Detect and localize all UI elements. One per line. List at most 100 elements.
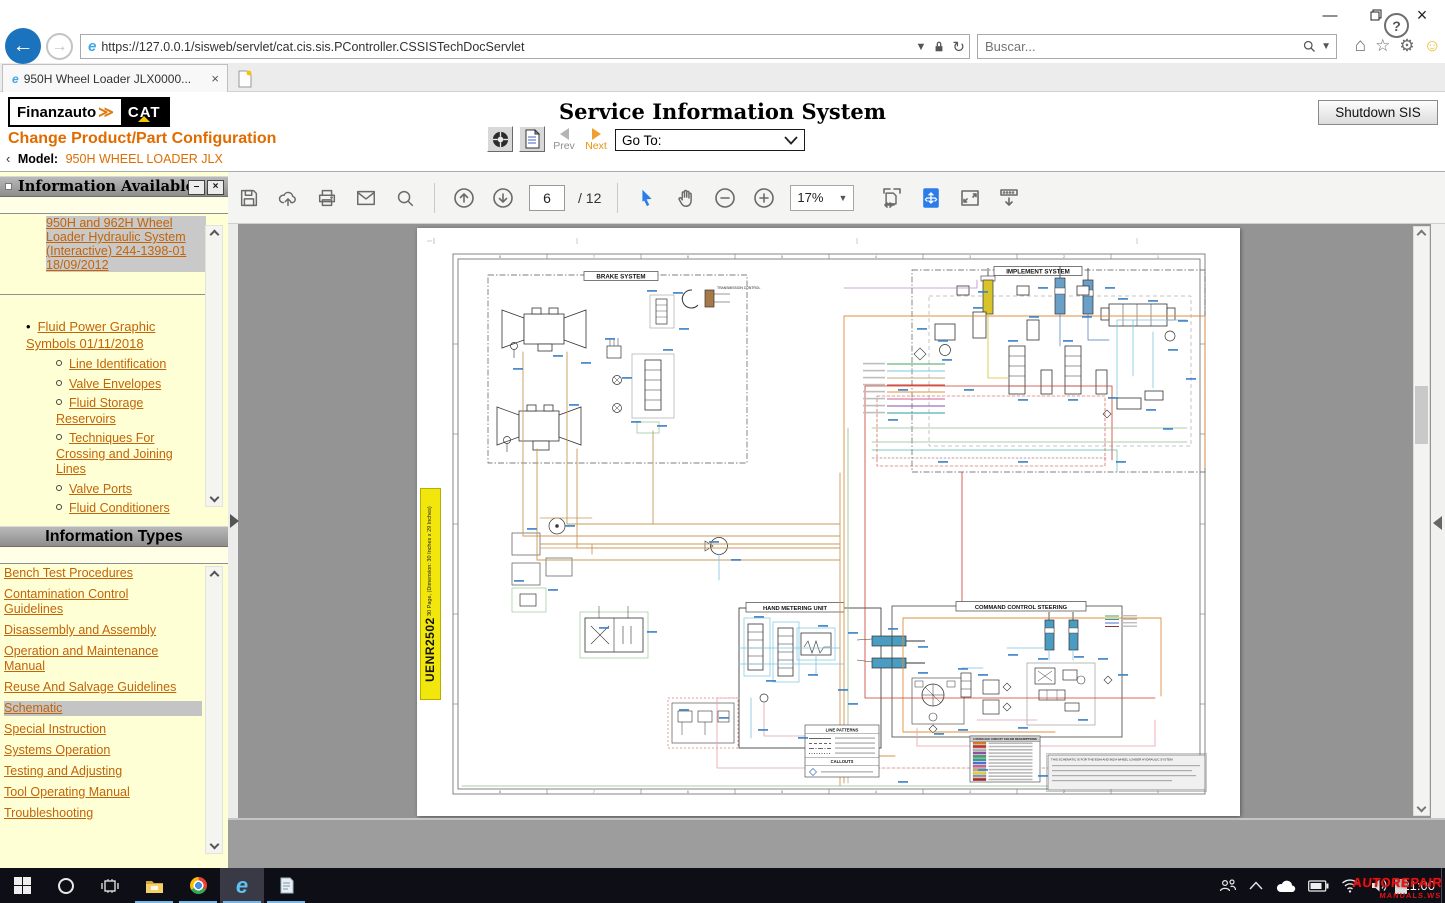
back-button[interactable]: ← xyxy=(5,28,41,64)
type-schematic-selected[interactable]: Schematic xyxy=(4,701,202,716)
home-icon[interactable]: ⌂ xyxy=(1355,35,1366,57)
file-explorer-button[interactable] xyxy=(132,868,176,903)
forward-button[interactable]: → xyxy=(46,33,73,60)
search-icon[interactable] xyxy=(1302,39,1317,54)
shutdown-sis-button[interactable]: Shutdown SIS xyxy=(1318,100,1438,125)
svg-text:2: 2 xyxy=(1063,255,1065,259)
svg-text:3: 3 xyxy=(969,790,971,794)
cortana-icon xyxy=(58,878,74,894)
hand-tool-button[interactable] xyxy=(673,185,699,211)
fullscreen-button[interactable] xyxy=(957,185,983,211)
subitem-fluid-conditioners[interactable]: Fluid Conditioners xyxy=(56,501,202,517)
wheel-config-button[interactable] xyxy=(487,126,513,152)
goto-select[interactable]: Go To: xyxy=(615,129,805,151)
subitem-valve-envelopes[interactable]: Valve Envelopes xyxy=(56,377,202,393)
address-bar[interactable]: e https://127.0.0.1/sisweb/servlet/cat.c… xyxy=(80,34,970,59)
panel-close-button[interactable]: × xyxy=(207,180,224,195)
prev-button[interactable]: Prev xyxy=(551,128,577,152)
tab-title[interactable]: 950H Wheel Loader JLX0000... xyxy=(24,72,210,86)
page-number-input[interactable] xyxy=(529,185,565,211)
pdf-scrollbar-thumb[interactable] xyxy=(1415,386,1428,444)
type-troubleshooting[interactable]: Troubleshooting xyxy=(4,806,204,821)
fluid-power-link[interactable]: Fluid Power Graphic Symbols 01/11/2018 xyxy=(26,319,155,351)
people-icon[interactable] xyxy=(1219,878,1237,894)
page-down-button[interactable] xyxy=(490,185,516,211)
onedrive-cloud-icon[interactable] xyxy=(1275,879,1296,893)
settings-gear-icon[interactable]: ⚙ xyxy=(1399,36,1414,56)
print-button[interactable] xyxy=(314,185,340,211)
expand-left-panel-arrow[interactable] xyxy=(230,514,239,528)
model-value[interactable]: 950H WHEEL LOADER JLX xyxy=(66,152,223,166)
document-bookmark-tab[interactable]: UENR2502 30 Page, (Dimension: 30 Inches … xyxy=(420,488,441,700)
help-button[interactable]: ? xyxy=(1384,13,1409,38)
internet-explorer-button[interactable]: e xyxy=(220,868,264,903)
hide-toolbar-button[interactable] xyxy=(996,185,1022,211)
subitem-line-identification[interactable]: Line Identification xyxy=(56,357,202,373)
select-tool-button[interactable] xyxy=(634,185,660,211)
scroll-up-icon[interactable] xyxy=(209,230,219,240)
type-special-instruction[interactable]: Special Instruction xyxy=(4,722,204,737)
start-button[interactable] xyxy=(0,868,44,903)
upload-button[interactable] xyxy=(275,185,301,211)
lock-icon[interactable] xyxy=(933,40,945,54)
subitem-valve-ports[interactable]: Valve Ports xyxy=(56,482,202,498)
type-bench-test[interactable]: Bench Test Procedures xyxy=(4,566,204,581)
collapse-right-panel-arrow[interactable] xyxy=(1433,516,1442,530)
subitem-fluid-storage[interactable]: Fluid Storage Reservoirs xyxy=(56,396,186,427)
change-product-link[interactable]: Change Product/Part Configuration xyxy=(8,130,276,148)
type-contamination[interactable]: Contamination Control Guidelines xyxy=(4,587,174,617)
url-text[interactable]: https://127.0.0.1/sisweb/servlet/cat.cis… xyxy=(101,40,915,54)
battery-icon[interactable] xyxy=(1308,880,1329,892)
find-button[interactable] xyxy=(392,185,418,211)
type-operation-manual[interactable]: Operation and Maintenance Manual xyxy=(4,644,184,674)
cortana-button[interactable] xyxy=(44,868,88,903)
type-systems-operation[interactable]: Systems Operation xyxy=(4,743,204,758)
zoom-level-select[interactable]: 17% ▼ xyxy=(790,185,854,211)
tab-close-button[interactable]: × xyxy=(209,71,221,86)
chrome-button[interactable] xyxy=(176,868,220,903)
type-tool-operating[interactable]: Tool Operating Manual xyxy=(4,785,204,800)
fit-page-button[interactable] xyxy=(918,185,944,211)
task-view-button[interactable] xyxy=(88,868,132,903)
brake-system-label: BRAKE SYSTEM xyxy=(596,273,645,280)
refresh-icon[interactable]: ↻ xyxy=(952,38,965,56)
types-scrollbar[interactable] xyxy=(205,566,223,854)
selected-document-link[interactable]: 950H and 962H Wheel Loader Hydraulic Sys… xyxy=(46,216,186,272)
zoom-in-button[interactable] xyxy=(751,185,777,211)
collapse-arrow-icon[interactable]: ‹ xyxy=(6,151,10,166)
type-testing-adjusting[interactable]: Testing and Adjusting xyxy=(4,764,204,779)
pdf-scroll-down-icon[interactable] xyxy=(1417,803,1427,813)
search-input[interactable] xyxy=(978,39,1302,54)
next-button[interactable]: Next xyxy=(583,128,609,152)
selected-document[interactable]: 950H and 962H Wheel Loader Hydraulic Sys… xyxy=(46,216,206,272)
pdf-vertical-scrollbar[interactable] xyxy=(1413,226,1430,816)
subitem-techniques[interactable]: Techniques For Crossing and Joining Line… xyxy=(56,431,176,478)
fit-width-button[interactable] xyxy=(879,185,905,211)
scroll-down-icon[interactable] xyxy=(209,840,219,850)
search-box[interactable]: ▼ xyxy=(977,34,1337,59)
scroll-up-icon[interactable] xyxy=(209,571,219,581)
email-button[interactable] xyxy=(353,185,379,211)
notepad-button[interactable] xyxy=(264,868,308,903)
svg-text:3: 3 xyxy=(969,255,971,259)
type-disassembly[interactable]: Disassembly and Assembly xyxy=(4,623,204,638)
page-up-button[interactable] xyxy=(451,185,477,211)
information-available-titlebar[interactable]: Information Available – × xyxy=(0,176,228,197)
pdf-scroll-up-icon[interactable] xyxy=(1417,230,1427,240)
favorites-star-icon[interactable]: ☆ xyxy=(1375,36,1390,56)
available-scrollbar[interactable] xyxy=(205,225,223,507)
zoom-out-button[interactable] xyxy=(712,185,738,211)
type-reuse-salvage[interactable]: Reuse And Salvage Guidelines xyxy=(4,680,204,695)
document-view-button[interactable] xyxy=(519,126,545,152)
smiley-feedback-icon[interactable]: ☺ xyxy=(1424,36,1441,56)
save-button[interactable] xyxy=(236,185,262,211)
search-dropdown-icon[interactable]: ▼ xyxy=(1321,41,1331,52)
pdf-toolbar: / 12 17% ▼ xyxy=(228,172,1445,224)
panel-minimize-button[interactable]: – xyxy=(188,180,205,195)
minimize-button[interactable]: — xyxy=(1307,0,1353,30)
url-dropdown-icon[interactable]: ▼ xyxy=(916,41,927,53)
scroll-down-icon[interactable] xyxy=(209,493,219,503)
show-hidden-icons-chevron[interactable] xyxy=(1249,881,1263,890)
browser-tab[interactable]: e 950H Wheel Loader JLX0000... × xyxy=(2,64,228,92)
new-tab-button[interactable] xyxy=(233,68,257,89)
